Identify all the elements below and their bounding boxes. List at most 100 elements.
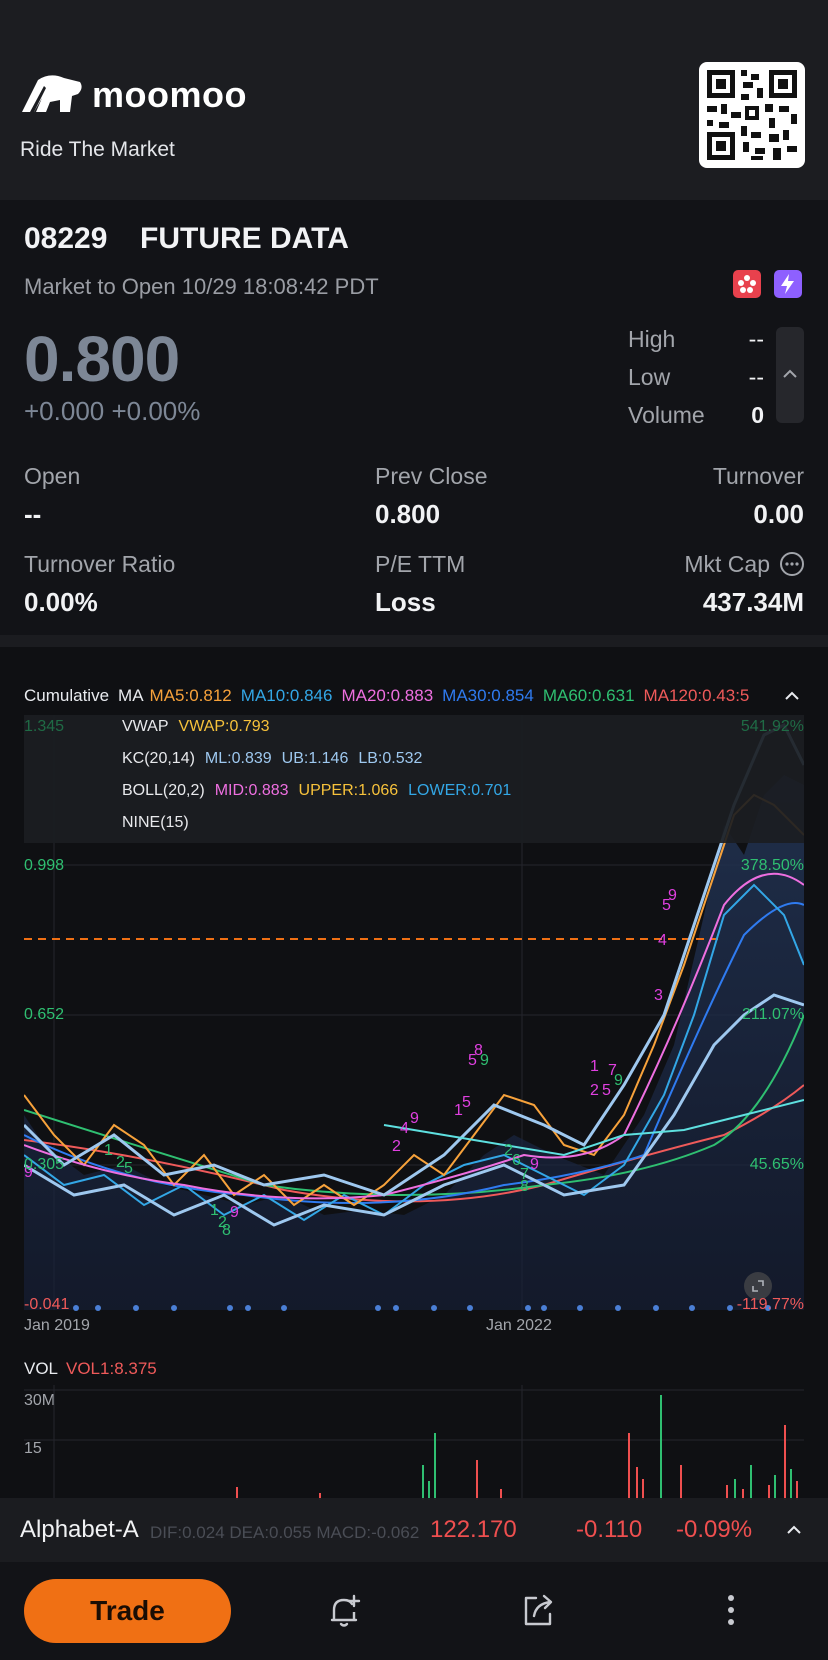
turnover-ratio-value: 0.00% [24,587,98,617]
boll-name: BOLL(20,2) [122,782,205,799]
more-menu-icon[interactable] [716,1590,746,1630]
vwap-legend: VWAP VWAP:0.793 [122,718,280,736]
hk-market-flag-icon [733,270,761,298]
pct-axis-label-3: 211.07% [742,1006,804,1023]
prev-close-value: 0.800 [375,499,441,529]
price-change-value: +0.000 [24,396,105,426]
qr-code[interactable] [699,62,805,168]
volume-bars [236,1395,798,1500]
svg-text:1: 1 [590,1058,599,1075]
kc-ub-value: UB:1.146 [281,750,349,767]
kc-ml-value: ML:0.839 [204,750,272,767]
y-axis-label-3: 0.652 [24,1006,65,1023]
turnover-value: 0.00 [753,499,804,529]
svg-text:9: 9 [614,1072,623,1089]
pct-axis-label-bottom: -119.77% [736,1296,804,1313]
add-alert-bell-icon[interactable] [324,1590,364,1630]
x-axis-date-2: Jan 2022 [486,1317,552,1334]
share-icon[interactable] [518,1590,558,1630]
high-label: High [628,326,676,352]
kc-legend: KC(20,14) ML:0.839 UB:1.146 LB:0.532 [122,750,432,768]
ma20-value: MA20:0.883 [341,686,434,705]
last-price: 0.800 [24,323,180,395]
kc-name: KC(20,14) [122,750,195,767]
pct-axis-label-top: 541.92% [740,718,804,735]
vwap-value: VWAP:0.793 [178,718,270,735]
pe-label: P/E TTM [375,551,466,577]
svg-text:2: 2 [590,1082,599,1099]
indicator-bar[interactable]: Cumulative MA MA5:0.812 MA10:0.846 MA20:0.88… [24,686,758,706]
y-axis-label-2: 0.998 [24,857,65,874]
svg-text:4: 4 [658,932,667,949]
market-status: Market to Open 10/29 18:08:42 PDT [24,274,379,299]
low-label: Low [628,364,671,390]
vol-label: VOL [24,1359,59,1378]
prev-close-label: Prev Close [375,463,488,489]
ma30-value: MA30:0.854 [442,686,534,705]
y-axis-label-4: 0.305 [24,1156,65,1173]
ticker-change-percent: -0.09% [676,1516,753,1543]
cumulative-label[interactable]: Cumulative [24,686,109,705]
ma-label: MA [118,686,144,705]
ticker-price: 122.170 [430,1516,517,1543]
svg-text:5: 5 [462,1094,471,1111]
ma120-value: MA120:0.43:5 [643,686,750,705]
svg-text:9: 9 [530,1156,539,1173]
svg-text:1: 1 [104,1142,113,1159]
pct-axis-label-4: 45.65% [749,1156,804,1173]
ticker-change: -0.110 [576,1516,643,1543]
mkt-cap-label: Mkt Cap [684,551,770,577]
vwap-name: VWAP [122,718,169,735]
turnover-label: Turnover [712,463,804,489]
open-label: Open [24,463,81,489]
svg-text:5: 5 [124,1160,133,1177]
collapse-stats-button[interactable] [776,327,804,423]
svg-text:2: 2 [392,1138,401,1155]
price-change-percent: +0.00% [111,396,201,426]
pct-axis-label-2: 378.50% [740,857,804,874]
svg-text:8: 8 [222,1222,231,1239]
boll-mid-value: MID:0.883 [214,782,289,799]
price-area [24,775,804,1310]
brand-tagline: Ride The Market [20,138,175,161]
low-value: -- [748,364,764,390]
y-axis-label-bottom: -0.041 [24,1296,70,1313]
svg-text:9: 9 [668,887,677,904]
svg-text:5: 5 [602,1082,611,1099]
boll-legend: BOLL(20,2) MID:0.883 UPPER:1.066 LOWER:0.70… [122,782,521,800]
svg-text:9: 9 [410,1110,419,1127]
svg-text:8: 8 [520,1178,529,1195]
stock-code: 08229 [24,222,108,255]
y-axis-label-top: 1.345 [24,718,65,735]
collapse-indicators-chevron-icon[interactable] [782,688,802,704]
expand-ticker-chevron-icon[interactable] [784,1522,804,1538]
moomoo-logo-icon [22,75,82,112]
high-value: -- [748,326,764,352]
x-axis-date-1: Jan 2019 [24,1317,90,1334]
price-change: +0.000 +0.00% [24,396,200,427]
brand-name: moomoo [92,74,247,115]
svg-text:4: 4 [400,1120,409,1137]
ma5-value: MA5:0.812 [149,686,232,705]
svg-text:9: 9 [230,1204,239,1221]
boll-lower-value: LOWER:0.701 [408,782,512,799]
svg-text:9: 9 [480,1052,489,1069]
trade-button[interactable]: Trade [24,1579,231,1643]
more-info-icon[interactable] [780,552,804,576]
ma60-value: MA60:0.631 [542,686,635,705]
vol-value: VOL1:8.375 [66,1359,157,1378]
volume-gridlines [24,1385,804,1500]
section-divider [0,635,828,647]
macd-legend: DIF:0.024 DEA:0.055 MACD:-0.062 [150,1523,420,1542]
kc-lb-value: LB:0.532 [358,750,423,767]
open-value: -- [24,499,42,529]
svg-text:3: 3 [654,987,663,1004]
volume-chart[interactable] [24,1385,804,1500]
turnover-ratio-label: Turnover Ratio [24,551,176,577]
nine-legend: NINE(15) [122,814,189,831]
ticker-name[interactable]: Alphabet-A [20,1516,139,1544]
lightning-flag-icon [774,270,802,298]
pe-value: Loss [375,587,436,617]
volume-value: 0 [751,402,764,428]
ma10-value: MA10:0.846 [240,686,333,705]
